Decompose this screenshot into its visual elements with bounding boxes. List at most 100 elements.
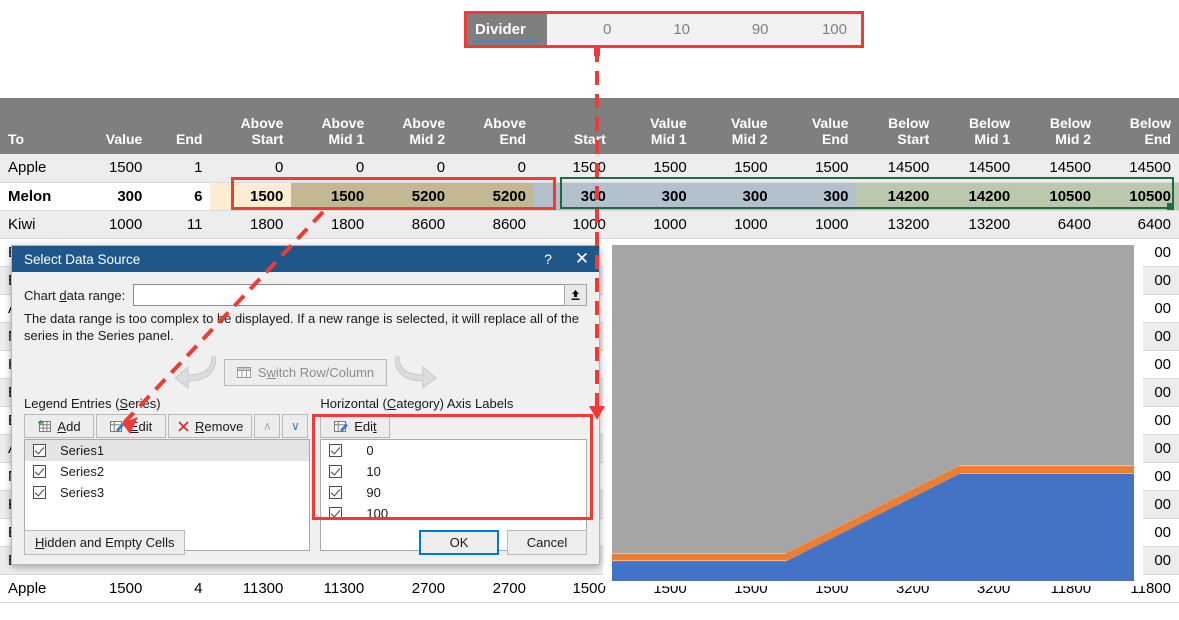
checkbox-checked-icon[interactable] — [33, 444, 46, 458]
table-cell[interactable]: 0 — [453, 154, 534, 183]
table-cell[interactable]: 1500 — [775, 154, 857, 183]
list-item[interactable]: Series2 — [25, 461, 309, 482]
table-cell[interactable]: 300 — [694, 182, 776, 211]
table-cell[interactable]: 5200 — [372, 182, 454, 211]
selection-fill-handle[interactable] — [1167, 203, 1174, 210]
help-icon[interactable]: ? — [531, 246, 565, 272]
table-cell[interactable]: 1500 — [77, 574, 151, 603]
list-item[interactable]: Series1 — [25, 440, 310, 462]
table-cell[interactable]: 0 — [372, 154, 454, 183]
column-header-Value-end[interactable]: Value End — [775, 98, 857, 154]
column-header-Above-end[interactable]: Above End — [453, 98, 534, 154]
table-cell[interactable]: 1 — [150, 154, 211, 183]
table-cell[interactable]: 1000 — [533, 210, 614, 239]
column-header-end[interactable]: End — [150, 98, 211, 154]
checkbox-checked-icon[interactable] — [33, 465, 46, 479]
list-item[interactable]: 10 — [321, 461, 586, 482]
table-cell[interactable]: 2700 — [453, 574, 534, 603]
table-cell[interactable]: 8600 — [453, 210, 534, 239]
table-cell[interactable]: 10500 — [1018, 182, 1100, 211]
table-cell[interactable]: 4 — [150, 574, 211, 603]
table-cell[interactable]: 1000 — [694, 210, 776, 239]
table-cell[interactable]: 1500 — [613, 154, 695, 183]
table-cell[interactable]: 11300 — [291, 574, 373, 603]
close-icon[interactable]: ✕ — [565, 246, 599, 272]
legend-entries-toolbar[interactable]: Add Edit Remove ∧ ∨ — [24, 414, 310, 439]
table-row[interactable]: Melon 300 6 1500 1500 5200 5200 300 300 300 300 142… — [0, 182, 1179, 211]
table-cell[interactable]: 2700 — [372, 574, 454, 603]
column-header-Below-start[interactable]: Below Start — [856, 98, 938, 154]
table-cell[interactable]: 1000 — [77, 210, 151, 239]
ok-button[interactable]: OK — [419, 529, 499, 555]
range-picker-icon[interactable] — [564, 284, 587, 306]
select-data-source-dialog[interactable]: Select Data Source ? ✕ Chart data range:… — [11, 245, 600, 565]
move-up-button[interactable]: ∧ — [254, 414, 281, 439]
add-button[interactable]: Add — [24, 414, 94, 439]
divider-label-cell[interactable]: Divider — [467, 14, 547, 45]
table-cell[interactable]: 1800 — [210, 210, 292, 239]
column-header-Above-mid-2[interactable]: Above Mid 2 — [372, 98, 454, 154]
table-cell[interactable]: Kiwi — [0, 210, 78, 239]
table-cell[interactable]: 1500 — [533, 154, 614, 183]
table-cell[interactable]: 1500 — [77, 154, 151, 183]
table-cell[interactable]: 14500 — [856, 154, 938, 183]
table-cell[interactable]: 1500 — [210, 182, 292, 211]
list-item[interactable]: Series3 — [25, 482, 309, 503]
column-header-Above-start[interactable]: Above Start — [210, 98, 292, 154]
column-header-Below-mid-1[interactable]: Below Mid 1 — [937, 98, 1019, 154]
column-header-to[interactable]: To — [0, 98, 78, 154]
table-cell[interactable]: 300 — [613, 182, 695, 211]
table-cell[interactable]: 11 — [150, 210, 211, 239]
category-axis-toolbar[interactable]: Edit — [320, 414, 587, 439]
table-cell[interactable]: 14500 — [1018, 154, 1100, 183]
table-cell[interactable]: 6400 — [1018, 210, 1100, 239]
table-cell[interactable]: 300 — [533, 182, 614, 211]
column-header-Above-mid-1[interactable]: Above Mid 1 — [291, 98, 373, 154]
table-cell[interactable]: 6400 — [1099, 210, 1179, 239]
table-cell[interactable]: 13200 — [937, 210, 1019, 239]
column-header-Value-mid-1[interactable]: Value Mid 1 — [613, 98, 695, 154]
table-cell[interactable]: 5200 — [453, 182, 534, 211]
table-row[interactable]: Kiwi 1000 11 1800 1800 8600 8600 1000 1000 1000 10… — [0, 210, 1179, 239]
checkbox-checked-icon[interactable] — [329, 507, 343, 521]
table-cell[interactable]: 1500 — [533, 574, 614, 603]
table-cell[interactable]: Apple — [0, 154, 78, 183]
column-header-Below-mid-2[interactable]: Below Mid 2 — [1018, 98, 1100, 154]
checkbox-checked-icon[interactable] — [33, 486, 46, 500]
remove-button[interactable]: Remove — [168, 414, 253, 439]
list-item[interactable]: 90 — [321, 482, 586, 503]
chart-object[interactable] — [603, 240, 1143, 586]
table-cell[interactable]: Apple — [0, 574, 78, 603]
column-header-Below-end[interactable]: Below End — [1099, 98, 1179, 154]
switch-row-column-button[interactable]: Switch Row/Column — [223, 358, 388, 386]
table-cell[interactable]: 0 — [291, 154, 373, 183]
table-cell[interactable]: 14500 — [937, 154, 1019, 183]
table-cell[interactable]: Melon — [0, 182, 78, 211]
table-cell[interactable]: 11300 — [210, 574, 292, 603]
column-header-start[interactable]: Start — [533, 98, 614, 154]
table-row[interactable]: Apple 1500 1 0 0 0 0 1500 1500 1500 1500 14500 14500… — [0, 154, 1179, 183]
checkbox-checked-icon[interactable] — [329, 465, 343, 479]
list-item[interactable]: 0 — [321, 440, 586, 461]
hidden-and-empty-cells-button[interactable]: Hidden and Empty Cells — [24, 529, 186, 555]
table-cell[interactable]: 0 — [210, 154, 292, 183]
cancel-button[interactable]: Cancel — [507, 529, 587, 555]
column-header-Value-mid-2[interactable]: Value Mid 2 — [694, 98, 776, 154]
table-cell[interactable]: 14200 — [856, 182, 938, 211]
chart-data-range-input[interactable] — [133, 284, 565, 306]
table-cell[interactable]: 1500 — [291, 182, 373, 211]
edit-category-button[interactable]: Edit — [320, 414, 391, 439]
table-cell[interactable]: 1000 — [613, 210, 695, 239]
table-cell[interactable]: 300 — [775, 182, 857, 211]
checkbox-checked-icon[interactable] — [329, 444, 343, 458]
table-cell[interactable]: 14500 — [1099, 154, 1179, 183]
table-cell[interactable]: 13200 — [856, 210, 938, 239]
table-cell[interactable]: 14200 — [937, 182, 1019, 211]
checkbox-checked-icon[interactable] — [329, 486, 343, 500]
edit-series-button[interactable]: Edit — [96, 414, 166, 439]
move-down-button[interactable]: ∨ — [282, 414, 309, 439]
table-cell[interactable]: 1800 — [291, 210, 373, 239]
table-cell[interactable]: 1000 — [775, 210, 857, 239]
table-cell[interactable]: 300 — [77, 182, 151, 211]
table-cell[interactable]: 1500 — [694, 154, 776, 183]
